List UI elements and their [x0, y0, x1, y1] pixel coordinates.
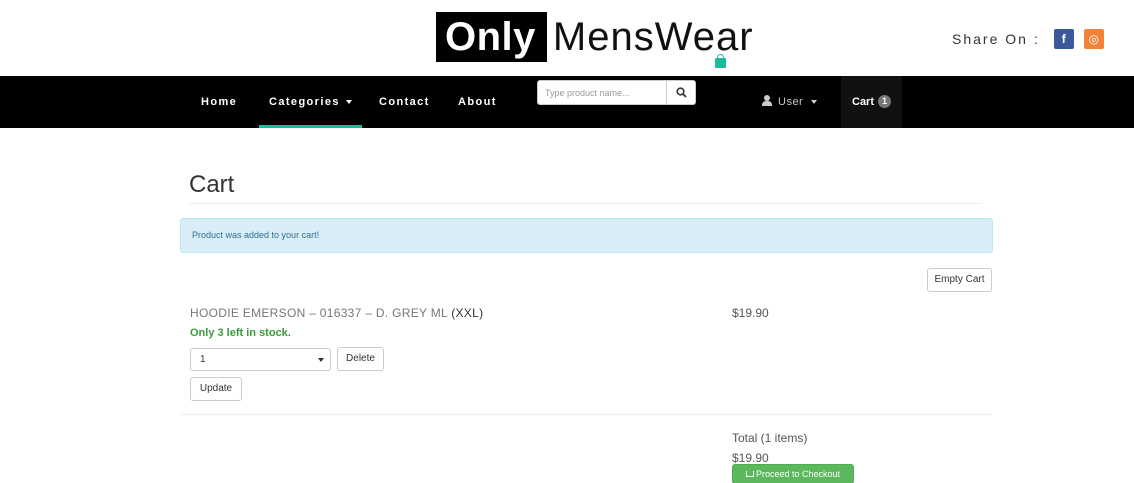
- update-button[interactable]: Update: [190, 377, 242, 401]
- nav-categories[interactable]: Categories: [259, 76, 362, 128]
- cart-count-badge: 1: [878, 95, 892, 108]
- user-menu[interactable]: User: [762, 76, 818, 128]
- chevron-down-icon: [345, 100, 352, 105]
- cart-icon: [745, 471, 754, 477]
- item-price: $19.90: [732, 306, 769, 320]
- search-button[interactable]: [667, 80, 696, 105]
- share-bar: Share On : f ◎: [952, 29, 1104, 49]
- cart-label: Cart: [852, 96, 875, 108]
- page-title: Cart: [189, 171, 235, 198]
- share-label: Share On :: [952, 31, 1040, 47]
- empty-cart-button[interactable]: Empty Cart: [927, 268, 992, 292]
- nav-home[interactable]: Home: [201, 76, 237, 128]
- delete-button[interactable]: Delete: [337, 347, 384, 371]
- nav-contact[interactable]: Contact: [379, 76, 430, 128]
- site-logo[interactable]: Only MensWear: [436, 12, 754, 68]
- chevron-down-icon: [318, 358, 324, 362]
- stock-notice: Only 3 left in stock.: [190, 327, 291, 339]
- quantity-select[interactable]: 1: [190, 348, 331, 371]
- total-label: Total (1 items): [732, 431, 808, 445]
- search-input[interactable]: [537, 80, 667, 105]
- nav-categories-label: Categories: [269, 96, 340, 108]
- info-alert: Product was added to your cart!: [180, 218, 993, 253]
- total-value: $19.90: [732, 451, 769, 465]
- main-navbar: Home Categories Contact About User Cart …: [0, 76, 1134, 128]
- checkout-label: Proceed to Checkout: [755, 469, 841, 479]
- product-size: (XXL): [451, 306, 484, 320]
- nav-cart[interactable]: Cart 1: [841, 76, 902, 128]
- search-icon: [675, 87, 687, 98]
- product-title: HOODIE EMERSON – 016337 – D. GREY ML: [190, 306, 448, 320]
- nav-about[interactable]: About: [458, 76, 497, 128]
- user-icon: [762, 95, 772, 106]
- search-form: [537, 80, 696, 105]
- product-name[interactable]: HOODIE EMERSON – 016337 – D. GREY ML (XX…: [190, 306, 483, 320]
- row-divider: [181, 414, 992, 415]
- user-label: User: [778, 96, 804, 108]
- chevron-down-icon: [811, 100, 818, 105]
- checkout-button[interactable]: Proceed to Checkout: [732, 464, 854, 483]
- logo-bold-text: Only: [436, 12, 547, 62]
- shopping-bag-icon: [715, 54, 726, 68]
- quantity-value: 1: [200, 354, 206, 365]
- facebook-icon[interactable]: f: [1053, 29, 1074, 49]
- instagram-icon[interactable]: ◎: [1083, 29, 1104, 49]
- title-divider: [189, 203, 982, 204]
